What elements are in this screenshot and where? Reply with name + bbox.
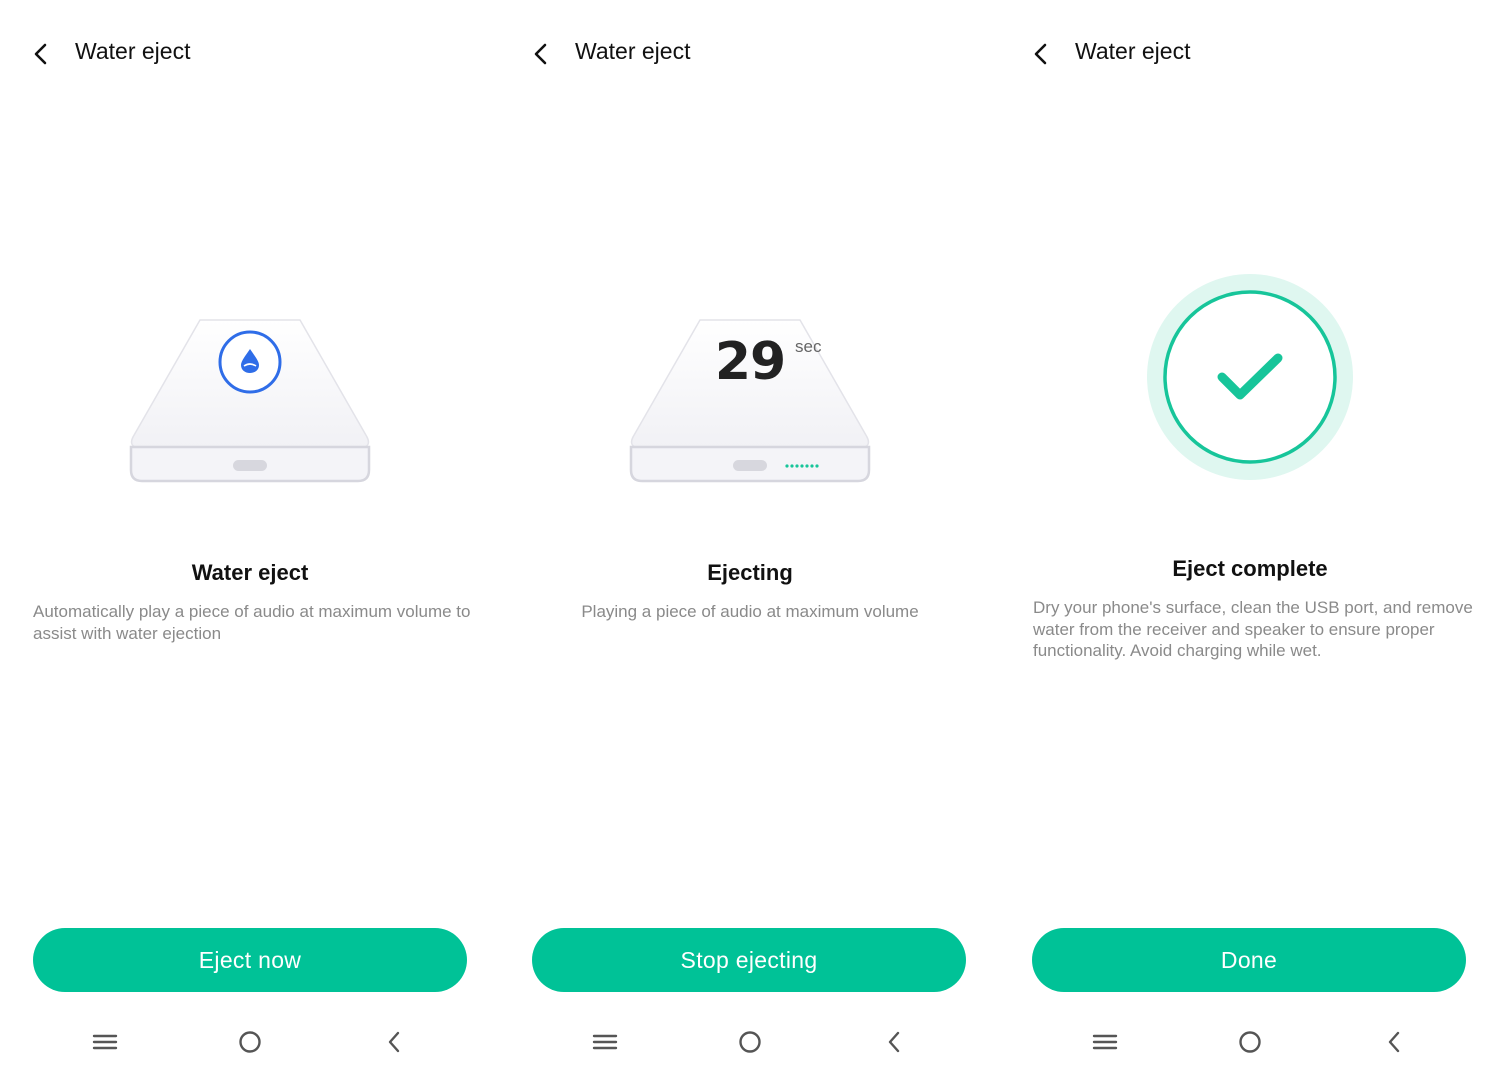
home-icon[interactable] <box>228 1020 272 1064</box>
menu-icon[interactable] <box>83 1020 127 1064</box>
screen-title: Ejecting <box>707 560 793 585</box>
screens-container: Water eject Water eject Automatically pl… <box>0 0 1500 1068</box>
screen-ejecting: Water eject 29 sec Ejecting Playing a pi… <box>500 0 1000 1068</box>
header-title: Water eject <box>1075 38 1191 64</box>
header: Water eject <box>1000 28 1500 80</box>
home-icon[interactable] <box>728 1020 772 1064</box>
system-navbar <box>500 1020 1000 1064</box>
back-icon[interactable] <box>872 1020 916 1064</box>
speaker-dots-icon <box>785 464 819 468</box>
screen-description: Playing a piece of audio at maximum volu… <box>581 602 919 621</box>
home-icon[interactable] <box>1228 1020 1272 1064</box>
header-title: Water eject <box>75 38 191 64</box>
screen-description: Automatically play a piece of audio at m… <box>33 602 471 643</box>
chevron-left-icon[interactable] <box>28 41 54 67</box>
chevron-left-icon[interactable] <box>528 41 554 67</box>
water-drop-icon <box>241 349 259 373</box>
system-navbar <box>1000 1020 1500 1064</box>
screen-eject-complete: Water eject Eject complete Dry your phon… <box>1000 0 1500 1068</box>
back-icon[interactable] <box>1372 1020 1416 1064</box>
stop-ejecting-button[interactable]: Stop ejecting <box>532 928 966 992</box>
header: Water eject <box>500 28 1000 80</box>
system-navbar <box>0 1020 500 1064</box>
menu-icon[interactable] <box>583 1020 627 1064</box>
countdown-value: 29 <box>714 332 786 392</box>
screen-title: Water eject <box>191 560 309 585</box>
done-button[interactable]: Done <box>1032 928 1466 992</box>
header-title: Water eject <box>575 38 691 64</box>
phone-illustration <box>629 319 871 483</box>
countdown-unit: sec <box>795 337 822 356</box>
success-ring <box>1163 290 1337 464</box>
halo-circle <box>1147 274 1353 480</box>
header: Water eject <box>0 28 500 80</box>
screen-title: Eject complete <box>1172 556 1328 581</box>
checkmark-icon <box>1217 353 1283 400</box>
water-ring-icon <box>218 330 282 394</box>
eject-now-button[interactable]: Eject now <box>33 928 467 992</box>
screen-water-eject: Water eject Water eject Automatically pl… <box>0 0 500 1068</box>
complete-illustration <box>1147 274 1353 480</box>
phone-illustration <box>129 319 371 483</box>
menu-icon[interactable] <box>1083 1020 1127 1064</box>
screen-description: Dry your phone's surface, clean the USB … <box>1033 598 1473 660</box>
chevron-left-icon[interactable] <box>1028 41 1054 67</box>
back-icon[interactable] <box>372 1020 416 1064</box>
